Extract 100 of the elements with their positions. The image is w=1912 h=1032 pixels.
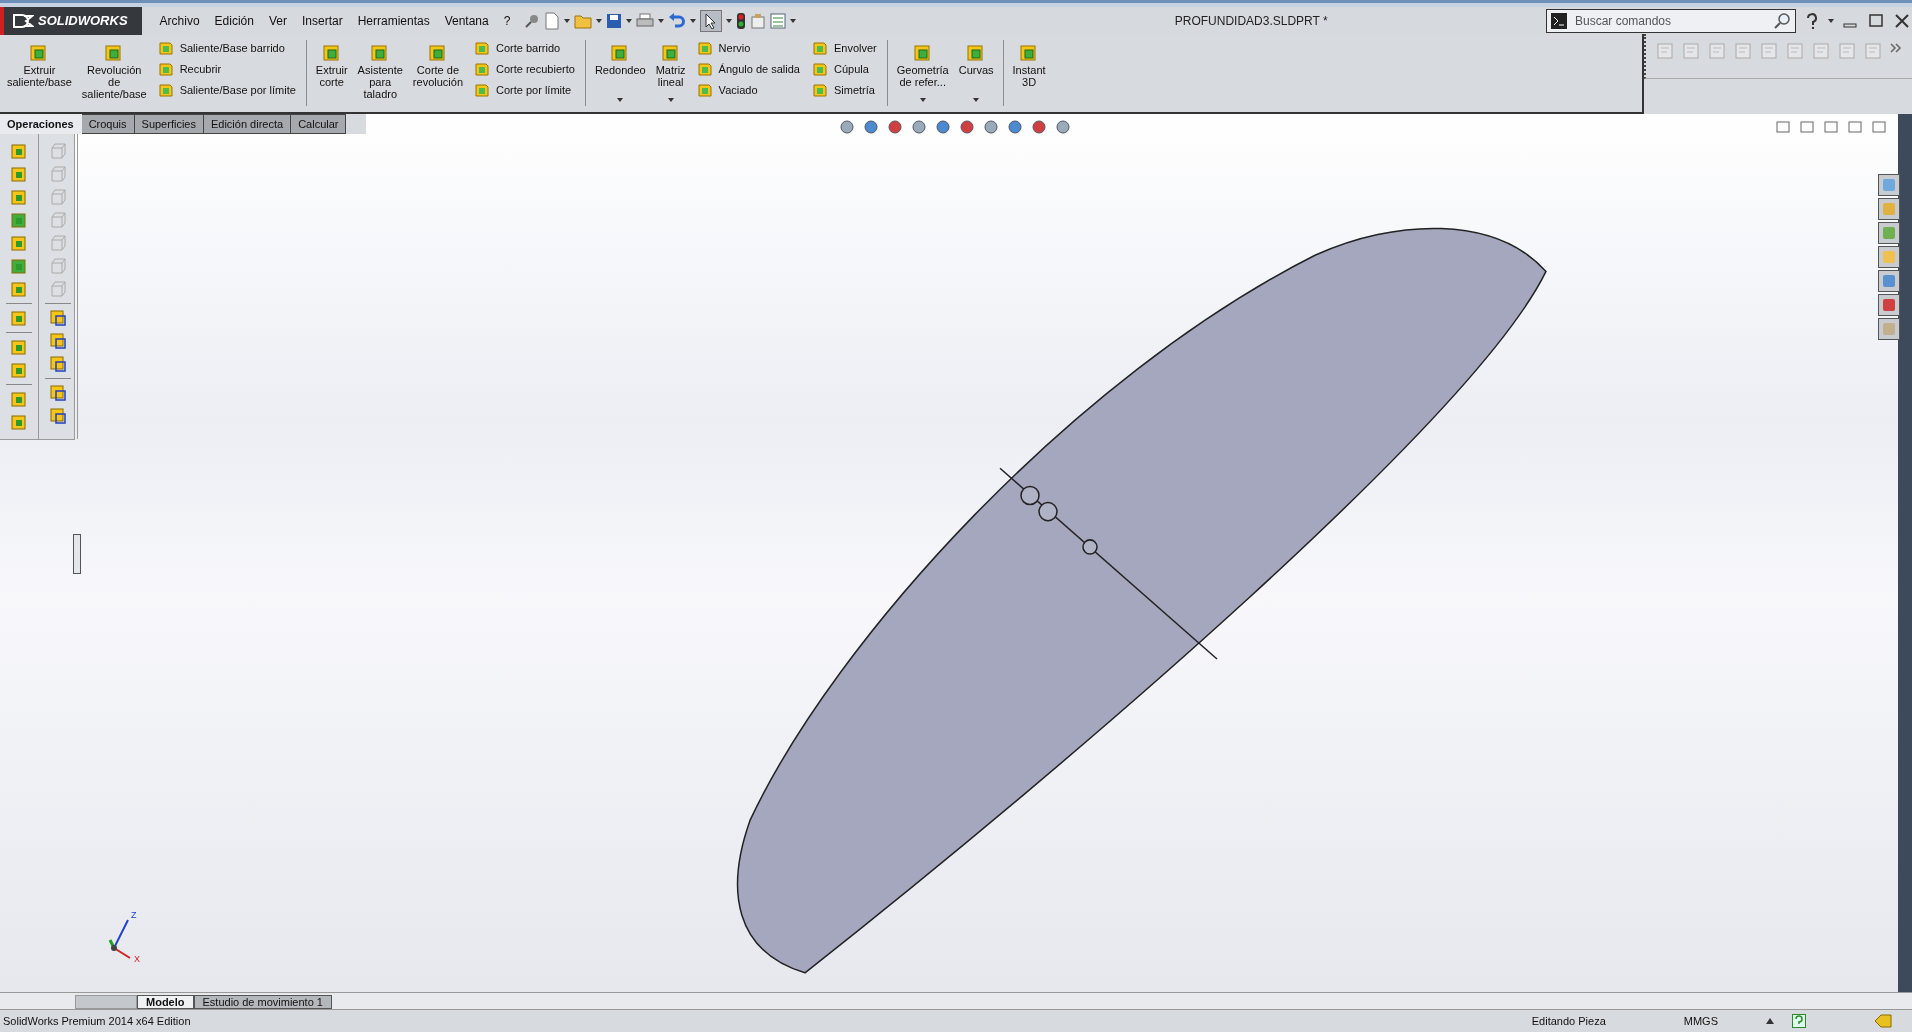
caret-icon[interactable] — [1828, 18, 1834, 23]
ribbon-button[interactable]: Saliente/Base por límite — [157, 82, 296, 98]
panel-collapse-handle[interactable] — [73, 534, 81, 574]
menu-item[interactable]: Ventana — [444, 13, 489, 28]
feature-cube-icon[interactable] — [10, 413, 28, 431]
menu-item[interactable]: Insertar — [301, 13, 343, 28]
traffic-light-icon[interactable] — [736, 11, 747, 30]
ribbon-button[interactable]: Recubrir — [157, 61, 296, 77]
undo-icon[interactable] — [668, 12, 687, 29]
search-bar[interactable]: Buscar comandos — [1546, 8, 1796, 33]
document-tab[interactable]: Modelo — [137, 995, 194, 1009]
clipboard-icon[interactable] — [750, 12, 767, 29]
ribbon-button[interactable]: Geometría de refer... — [893, 40, 952, 104]
task-pane-icon[interactable] — [1878, 246, 1900, 268]
ribbon-button[interactable]: Corte recubierto — [474, 61, 575, 77]
caret-icon[interactable] — [658, 18, 665, 23]
task-pane-icon[interactable] — [1878, 270, 1900, 292]
menu-item[interactable]: Ver — [268, 13, 287, 28]
feature-cube-icon[interactable] — [49, 332, 67, 350]
view-tool-icon[interactable] — [958, 118, 976, 136]
view-tool-icon[interactable] — [1054, 118, 1072, 136]
menu-item[interactable]: Archivo — [159, 13, 200, 28]
caret-icon[interactable] — [617, 98, 624, 102]
print-icon[interactable] — [636, 12, 655, 29]
maximize-icon[interactable] — [1869, 13, 1883, 28]
up-arrow-icon[interactable] — [1766, 1018, 1774, 1024]
command-tab[interactable]: Operaciones — [0, 114, 82, 134]
feature-cube-icon[interactable] — [10, 309, 28, 327]
caret-icon[interactable] — [919, 98, 926, 102]
view-tool-icon[interactable] — [838, 118, 856, 136]
command-tab[interactable]: Croquis — [81, 114, 135, 134]
ribbon-button[interactable]: Extruir corte — [312, 40, 351, 104]
ribbon-button[interactable]: Ángulo de salida — [696, 61, 800, 77]
ribbon-button[interactable]: Asistente para taladro — [354, 40, 406, 104]
pin-icon[interactable] — [524, 12, 541, 29]
ribbon-button[interactable]: Simetría — [811, 82, 877, 98]
caret-icon[interactable] — [973, 98, 980, 102]
ribbon-button[interactable]: Extruir saliente/base — [4, 40, 75, 104]
ribbon-button[interactable]: Nervio — [696, 40, 800, 56]
search-icon[interactable] — [1773, 11, 1791, 30]
help-icon[interactable] — [1805, 12, 1819, 29]
menu-item[interactable]: ? — [503, 13, 511, 28]
units-button[interactable]: MMGS — [1683, 1015, 1718, 1027]
view-tool-icon[interactable] — [1006, 118, 1024, 136]
caret-icon[interactable] — [690, 18, 697, 23]
view-tool-icon[interactable] — [910, 118, 928, 136]
menu-item[interactable]: Edición — [214, 13, 254, 28]
view-tool-icon[interactable] — [982, 118, 1000, 136]
ribbon-button[interactable]: Saliente/Base barrido — [157, 40, 296, 56]
feature-cube-icon[interactable] — [10, 188, 28, 206]
save-icon[interactable] — [606, 12, 623, 29]
feature-cube-icon[interactable] — [49, 355, 67, 373]
search-field[interactable]: Buscar comandos — [1573, 12, 1767, 29]
ribbon-button[interactable]: Corte de revolución — [409, 40, 466, 104]
ribbon-button[interactable]: Instant 3D — [1009, 40, 1049, 104]
caret-icon[interactable] — [667, 98, 674, 102]
view-tool-icon[interactable] — [934, 118, 952, 136]
ribbon-button[interactable]: Cúpula — [811, 61, 877, 77]
command-tab[interactable]: Superficies — [134, 114, 204, 134]
task-pane-icon[interactable] — [1878, 222, 1900, 244]
feature-cube-icon[interactable] — [10, 165, 28, 183]
view-tool-icon[interactable] — [862, 118, 880, 136]
caret-icon[interactable] — [790, 18, 797, 23]
feature-cube-icon[interactable] — [10, 280, 28, 298]
feature-cube-icon[interactable] — [10, 361, 28, 379]
caret-icon[interactable] — [564, 18, 571, 23]
task-pane-icon[interactable] — [1878, 318, 1900, 340]
ribbon-button[interactable]: Redondeo — [591, 40, 649, 104]
tag-icon[interactable] — [1874, 1014, 1892, 1028]
ribbon-button[interactable]: Corte por límite — [474, 82, 575, 98]
ribbon-button[interactable]: Envolver — [811, 40, 877, 56]
command-tab[interactable]: Calcular — [291, 114, 347, 134]
ribbon-button[interactable]: Curvas — [955, 40, 997, 104]
view-tool-icon[interactable] — [886, 118, 904, 136]
feature-cube-icon[interactable] — [10, 234, 28, 252]
command-tab[interactable]: Edición directa — [203, 114, 292, 134]
view-tool-icon[interactable] — [1030, 118, 1048, 136]
select-button[interactable] — [700, 9, 723, 32]
ribbon-button[interactable]: Revolución de saliente/base — [78, 40, 150, 104]
close-icon[interactable] — [1895, 13, 1909, 28]
task-pane-icon[interactable] — [1878, 198, 1900, 220]
feature-cube-icon[interactable] — [49, 309, 67, 327]
feature-cube-icon[interactable] — [10, 142, 28, 160]
caret-icon[interactable] — [596, 18, 603, 23]
document-tab[interactable]: Estudio de movimiento 1 — [193, 995, 332, 1009]
feature-cube-icon[interactable] — [10, 338, 28, 356]
feature-cube-icon[interactable] — [10, 390, 28, 408]
ribbon-button[interactable]: Vaciado — [696, 82, 800, 98]
feature-cube-icon[interactable] — [10, 257, 28, 275]
feature-cube-icon[interactable] — [49, 407, 67, 425]
task-pane-icon[interactable] — [1878, 174, 1900, 196]
menu-item[interactable]: Herramientas — [357, 13, 430, 28]
ribbon-button[interactable]: Matriz lineal — [652, 40, 689, 104]
task-pane-icon[interactable] — [1878, 294, 1900, 316]
caret-icon[interactable] — [726, 18, 733, 23]
help-icon[interactable] — [1792, 1014, 1806, 1028]
caret-icon[interactable] — [626, 18, 633, 23]
feature-cube-icon[interactable] — [10, 211, 28, 229]
feature-cube-icon[interactable] — [49, 384, 67, 402]
ribbon-button[interactable]: Corte barrido — [474, 40, 575, 56]
